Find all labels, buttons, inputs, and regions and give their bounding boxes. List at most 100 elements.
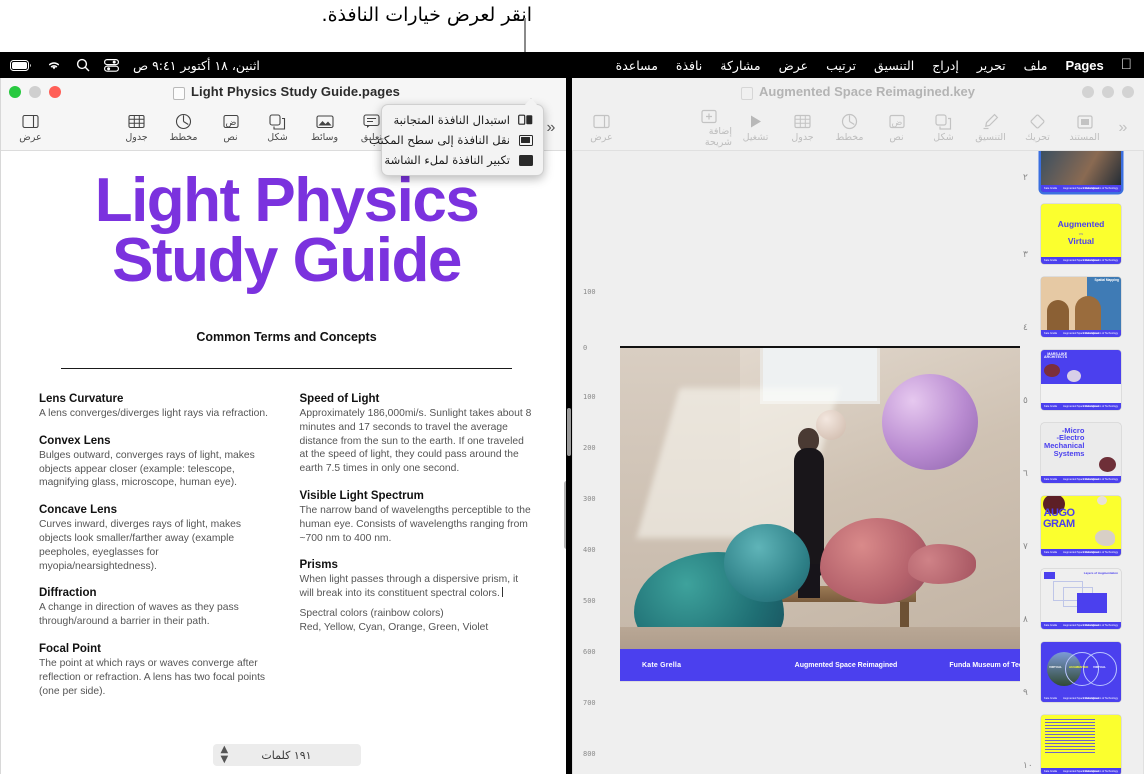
navigator-slide-item[interactable]: Micro- Electro- Mechanical Systems Kate Gre… xyxy=(1020,416,1143,489)
toolbar-label-chart: مخطط xyxy=(169,131,198,143)
keynote-vertical-ruler[interactable]: 100 0 100 200 300 400 500 600 700 800 xyxy=(572,151,602,774)
keynote-toolbar: « المستند تحريك التنسيق شكل ض نص مخطط جد… xyxy=(572,105,1144,151)
toolbar-button-text[interactable]: ض نص xyxy=(207,113,254,143)
current-slide[interactable]: Kate Grella Augmented Space Reimagined F… xyxy=(620,346,1072,682)
keynote-toolbar-label-play: تشغيل xyxy=(742,131,769,143)
navigator-slide-item[interactable]: AUGO GRAM Kate Grella Augmented Space Reim… xyxy=(1020,489,1143,562)
navigator-slide-item[interactable]: Kate Grella Augmented Space Reimagined Fun… xyxy=(1020,708,1143,774)
toolbar-label-text: نص xyxy=(223,131,238,143)
dropdown-item-enter-full-screen[interactable]: تكبير النافذة لملء الشاشة xyxy=(382,150,543,170)
menu-item-format[interactable]: التنسيق xyxy=(865,58,923,73)
navigator-slide-item[interactable]: Spatial Mapping Kate Grella Augmented Spa… xyxy=(1020,270,1143,343)
dropdown-label: تكبير النافذة لملء الشاشة xyxy=(384,153,510,167)
dropdown-item-replace-tiled-window[interactable]: استبدال النافذة المتجانبة xyxy=(382,110,543,130)
slide-thumbnail[interactable]: Micro- Electro- Mechanical Systems Kate Gre… xyxy=(1041,422,1121,483)
menu-item-edit[interactable]: تحرير xyxy=(968,58,1015,73)
control-center-icon[interactable] xyxy=(104,58,119,72)
keynote-toolbar-button-table[interactable]: جدول xyxy=(779,113,826,143)
term-definition: Approximately 186,000mi/s. Sunlight take… xyxy=(299,408,532,475)
word-count-badge[interactable]: ▲ ▼ ١٩١ كلمات xyxy=(212,744,361,766)
menu-item-window[interactable]: نافذة xyxy=(667,58,711,73)
keynote-toolbar-button-format[interactable]: التنسيق xyxy=(967,113,1014,143)
window-split-handle[interactable] xyxy=(567,408,571,456)
window-options-dropdown[interactable]: استبدال النافذة المتجانبة نقل النافذة إل… xyxy=(369,98,544,176)
keynote-status-badge-icon[interactable] xyxy=(741,87,753,100)
callout-annotation: انقر لعرض خيارات النافذة. xyxy=(0,0,1144,52)
menu-item-view[interactable]: عرض xyxy=(770,58,817,73)
battery-icon[interactable] xyxy=(10,59,32,71)
document-status-badge-icon[interactable] xyxy=(173,87,186,100)
keynote-body: Kate Grella Augmented Space Reimagined F… xyxy=(572,151,1144,774)
keynote-sidebar-collapse-icon[interactable]: « xyxy=(1108,119,1138,137)
slide-thumbnail[interactable]: Kate Grella Augmented Space Reimagined Fun… xyxy=(1041,714,1121,774)
navigator-slide-item[interactable]: Kate Grella Augmented Space Reimagined F… xyxy=(1020,151,1143,197)
slide-thumbnail[interactable]: Kate Grella Augmented Space Reimagined F… xyxy=(1041,151,1121,192)
navigator-slide-item[interactable]: Layers of Augmentation Kate Grella Augmen… xyxy=(1020,562,1143,635)
toolbar-button-view[interactable]: عرض xyxy=(7,113,54,143)
term-heading: Speed of Light xyxy=(299,393,380,406)
term-definition: Bulges outward, converges rays of light,… xyxy=(39,449,255,489)
keynote-toolbar-button-play[interactable]: تشغيل xyxy=(732,113,779,143)
slide-thumbnail[interactable]: Augmented vs Virtual Kate Grella Augmented … xyxy=(1041,203,1121,264)
keynote-toolbar-label-shape: شكل xyxy=(933,131,954,143)
slide-thumbnail[interactable]: Layers of Augmentation Kate Grella Augmen… xyxy=(1041,568,1121,629)
term-heading: Focal Point xyxy=(39,643,101,655)
thumbnail-footer-bar: Kate Grella Augmented Space Reimagined Fun… xyxy=(1041,767,1121,774)
toolbar-button-table[interactable]: جدول xyxy=(113,113,160,143)
keynote-toolbar-button-text[interactable]: ض نص xyxy=(873,113,920,143)
menu-item-arrange[interactable]: ترتيب xyxy=(817,58,865,73)
zoom-button[interactable] xyxy=(9,86,21,98)
toolbar-button-shape[interactable]: شكل xyxy=(254,113,301,143)
keynote-close-button[interactable] xyxy=(1082,86,1094,98)
keynote-toolbar-button-animate[interactable]: تحريك xyxy=(1014,113,1061,143)
keynote-toolbar-button-view[interactable]: عرض xyxy=(578,113,625,143)
menu-item-share[interactable]: مشاركة xyxy=(711,58,769,73)
keynote-toolbar-button-add-slide[interactable]: إضافة شريحة xyxy=(685,107,732,148)
slide-number: ٢ xyxy=(1023,173,1028,183)
chart-icon xyxy=(175,113,192,131)
document-left-column: Lens Curvature A lens converges/diverges… xyxy=(39,393,274,712)
dropdown-item-move-window-to-desktop[interactable]: نقل النافذة إلى سطح المكتب xyxy=(369,130,543,150)
keynote-toolbar-label-text: نص xyxy=(889,131,904,143)
toolbar-button-chart[interactable]: مخطط xyxy=(160,113,207,143)
ruler-label: 800 xyxy=(583,750,596,758)
navigator-slide-item[interactable]: Augmented vs Virtual Kate Grella Augmented … xyxy=(1020,197,1143,270)
menu-item-insert[interactable]: إدراج xyxy=(923,58,968,73)
toolbar-button-media[interactable]: وسائط xyxy=(301,113,348,143)
keynote-toolbar-button-chart[interactable]: مخطط xyxy=(826,113,873,143)
search-icon[interactable] xyxy=(76,58,90,72)
toolbar-label-shape: شكل xyxy=(267,131,288,143)
menu-bar-clock[interactable]: اثنين، ١٨ أكتوبر ٩:٤١ ص xyxy=(133,58,260,73)
menu-item-file[interactable]: ملف xyxy=(1015,58,1057,73)
close-button[interactable] xyxy=(49,86,61,98)
keynote-zoom-button[interactable] xyxy=(1122,86,1134,98)
view-icon xyxy=(593,113,610,131)
minimize-button[interactable] xyxy=(29,86,41,98)
keynote-toolbar-label-chart: مخطط xyxy=(835,131,864,143)
menu-item-app-name[interactable]: Pages xyxy=(1056,58,1112,73)
keynote-toolbar-button-document[interactable]: المستند xyxy=(1061,113,1108,143)
term-definition: The narrow band of wavelengths perceptib… xyxy=(299,505,531,544)
stepper-icon[interactable]: ▲ ▼ xyxy=(221,745,229,765)
slide-thumbnail[interactable]: MARS-LIKE ARCHITECTS Kate Grella Augmented… xyxy=(1041,349,1121,410)
document-title-line-1: Light Physics xyxy=(94,166,480,235)
text-cursor xyxy=(501,587,503,598)
slide-thumbnail[interactable]: AUGO GRAM Kate Grella Augmented Space Reim… xyxy=(1041,495,1121,556)
pages-document-canvas[interactable]: Light Physics Study Guide Common Terms a… xyxy=(1,151,572,774)
term-definition: A lens converges/diverges light rays via… xyxy=(39,408,268,420)
slide-thumbnail[interactable]: VIRTUAL AUGMENTED VIRTUAL Kate Grella Aug… xyxy=(1041,641,1121,702)
navigator-slide-item[interactable]: MARS-LIKE ARCHITECTS Kate Grella Augmented… xyxy=(1020,343,1143,416)
keynote-minimize-button[interactable] xyxy=(1102,86,1114,98)
slide-thumbnail[interactable]: Spatial Mapping Kate Grella Augmented Spa… xyxy=(1041,276,1121,337)
wifi-icon[interactable] xyxy=(46,59,62,71)
animate-icon xyxy=(1029,113,1046,131)
keynote-traffic-lights xyxy=(1082,86,1134,98)
keynote-toolbar-button-shape[interactable]: شكل xyxy=(920,113,967,143)
thumbnail-footer-bar: Kate Grella Augmented Space Reimagined Fun… xyxy=(1041,256,1121,264)
slide-sphere-pink xyxy=(882,374,978,470)
navigator-slide-item[interactable]: VIRTUAL AUGMENTED VIRTUAL Kate Grella Aug… xyxy=(1020,635,1143,708)
menu-item-help[interactable]: مساعدة xyxy=(607,58,667,73)
slide-navigator[interactable]: Kate Grella Augmented Space Reimagined F… xyxy=(1020,151,1144,774)
slide-blob-teal-secondary xyxy=(724,524,810,602)
apple-logo-icon[interactable]:  xyxy=(1121,57,1132,72)
